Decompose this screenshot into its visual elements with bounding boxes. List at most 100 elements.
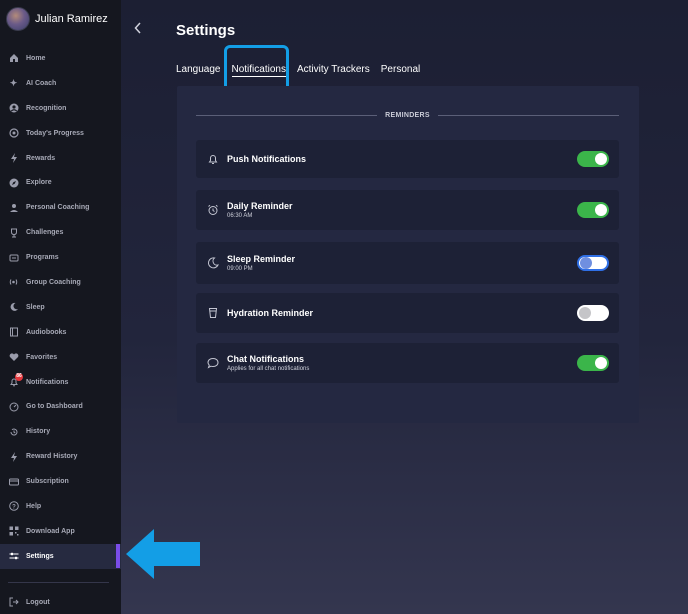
sidebar-item-label: Audiobooks (26, 328, 67, 336)
sidebar-item-todays-progress[interactable]: Today's Progress (0, 121, 121, 146)
sidebar-item-label: Today's Progress (26, 129, 84, 137)
sidebar-item-label: Download App (26, 527, 75, 535)
setting-text: Hydration Reminder (227, 308, 313, 318)
sidebar-item-label: Recognition (26, 104, 67, 112)
sidebar-item-explore[interactable]: Explore (0, 170, 121, 195)
compass-icon (8, 177, 19, 188)
sidebar-item-label: Challenges (26, 229, 64, 237)
setting-text: Push Notifications (227, 154, 306, 164)
setting-text: Sleep Reminder 09:00 PM (227, 254, 295, 272)
sidebar-item-ai-coach[interactable]: ✦ AI Coach (0, 71, 121, 96)
cup-icon (206, 306, 220, 320)
hydration-reminder-toggle[interactable] (577, 305, 609, 321)
pointer-arrow-icon (126, 529, 200, 579)
sidebar-item-label: Sleep (26, 303, 45, 311)
sidebar-item-notifications[interactable]: 86 Notifications (0, 370, 121, 395)
trophy-icon (8, 227, 19, 238)
bell-icon (206, 152, 220, 166)
toggle-knob (595, 153, 607, 165)
sidebar-item-label: Group Coaching (26, 278, 81, 286)
setting-row-daily-reminder: Daily Reminder 06:30 AM (196, 190, 619, 230)
profile-name: Julian Ramirez (35, 13, 108, 25)
avatar[interactable] (6, 7, 30, 31)
push-notifications-toggle[interactable] (577, 151, 609, 167)
section-header: REMINDERS (196, 109, 619, 121)
tab-language[interactable]: Language (176, 64, 221, 77)
collapse-sidebar-button[interactable] (131, 21, 145, 36)
toggle-knob (579, 307, 591, 319)
setting-text: Chat Notifications Applies for all chat … (227, 354, 309, 372)
programs-icon (8, 252, 19, 263)
user-circle-icon (8, 103, 19, 114)
sidebar-nav: Home ✦ AI Coach Recognition Today's Prog… (0, 46, 121, 569)
sidebar-item-download-app[interactable]: Download App (0, 519, 121, 544)
sidebar-item-home[interactable]: Home (0, 46, 121, 71)
sidebar-item-group-coaching[interactable]: Group Coaching (0, 270, 121, 295)
home-icon (8, 53, 19, 64)
logout-label: Logout (26, 598, 50, 606)
sliders-icon (8, 551, 19, 562)
bell-icon: 86 (8, 372, 23, 388)
sidebar-item-label: Go to Dashboard (26, 403, 83, 411)
sidebar-item-recognition[interactable]: Recognition (0, 96, 121, 121)
sparkle-icon: ✦ (9, 77, 18, 88)
setting-title: Push Notifications (227, 154, 307, 164)
sleep-reminder-toggle[interactable] (577, 255, 609, 271)
section-label: REMINDERS (385, 111, 430, 119)
chat-bubble-icon (206, 356, 220, 370)
sidebar-item-label: Help (26, 502, 42, 510)
sidebar-item-help[interactable]: ? Help (0, 494, 121, 519)
coach-icon (8, 202, 19, 213)
sidebar-item-audiobooks[interactable]: Audiobooks (0, 320, 121, 345)
card-icon (8, 476, 19, 487)
logout-button[interactable]: Logout (0, 590, 121, 614)
sidebar-item-label: Rewards (26, 154, 56, 162)
progress-icon (8, 128, 19, 139)
setting-time: 06:30 AM (227, 213, 253, 219)
daily-reminder-toggle[interactable] (577, 202, 609, 218)
sidebar-item-history[interactable]: History (0, 419, 121, 444)
divider (437, 114, 619, 116)
dashboard-icon (8, 401, 19, 412)
sidebar-item-label: Reward History (26, 453, 78, 461)
book-icon (8, 327, 19, 338)
sidebar-item-go-to-dashboard[interactable]: Go to Dashboard (0, 394, 121, 419)
sidebar-item-label: History (26, 428, 51, 436)
sidebar-item-settings[interactable]: Settings (0, 543, 121, 569)
sidebar-item-label: Personal Coaching (26, 204, 90, 212)
svg-text:?: ? (12, 505, 16, 511)
sidebar-item-challenges[interactable]: Challenges (0, 220, 121, 245)
divider (196, 114, 378, 116)
sidebar: Julian Ramirez Home ✦ AI Coach Recogniti… (0, 0, 121, 614)
setting-row-sleep-reminder: Sleep Reminder 09:00 PM (196, 242, 619, 284)
setting-title: Chat Notifications (227, 354, 305, 364)
page-title: Settings (176, 22, 236, 39)
broadcast-icon (8, 277, 19, 288)
sidebar-item-rewards[interactable]: Rewards (0, 146, 121, 171)
sidebar-item-label: Programs (26, 254, 59, 262)
profile[interactable]: Julian Ramirez (6, 7, 108, 31)
active-indicator (116, 544, 120, 568)
toggle-knob (580, 257, 592, 269)
chat-notifications-toggle[interactable] (577, 355, 609, 371)
notification-badge: 86 (15, 372, 23, 381)
sidebar-item-favorites[interactable]: Favorites (0, 345, 121, 370)
sidebar-item-sleep[interactable]: Sleep (0, 295, 121, 320)
sidebar-item-label: Settings (26, 552, 54, 560)
moon-icon (8, 302, 19, 313)
sidebar-item-subscription[interactable]: Subscription (0, 469, 121, 494)
sidebar-item-personal-coaching[interactable]: Personal Coaching (0, 195, 121, 220)
alarm-clock-icon (206, 203, 220, 217)
sidebar-item-label: Notifications (26, 378, 69, 386)
heart-icon (8, 352, 19, 363)
bolt-icon (8, 451, 19, 462)
setting-time: 09:00 PM (227, 266, 253, 272)
setting-description: Applies for all chat notifications (227, 366, 310, 372)
tab-activity-trackers[interactable]: Activity Trackers (297, 64, 370, 77)
setting-row-push-notifications: Push Notifications (196, 140, 619, 178)
tab-personal[interactable]: Personal (381, 64, 420, 77)
sidebar-item-reward-history[interactable]: Reward History (0, 444, 121, 469)
setting-title: Daily Reminder (227, 201, 293, 211)
sidebar-item-programs[interactable]: Programs (0, 245, 121, 270)
settings-tabs: Language Notifications Activity Trackers… (176, 64, 431, 77)
